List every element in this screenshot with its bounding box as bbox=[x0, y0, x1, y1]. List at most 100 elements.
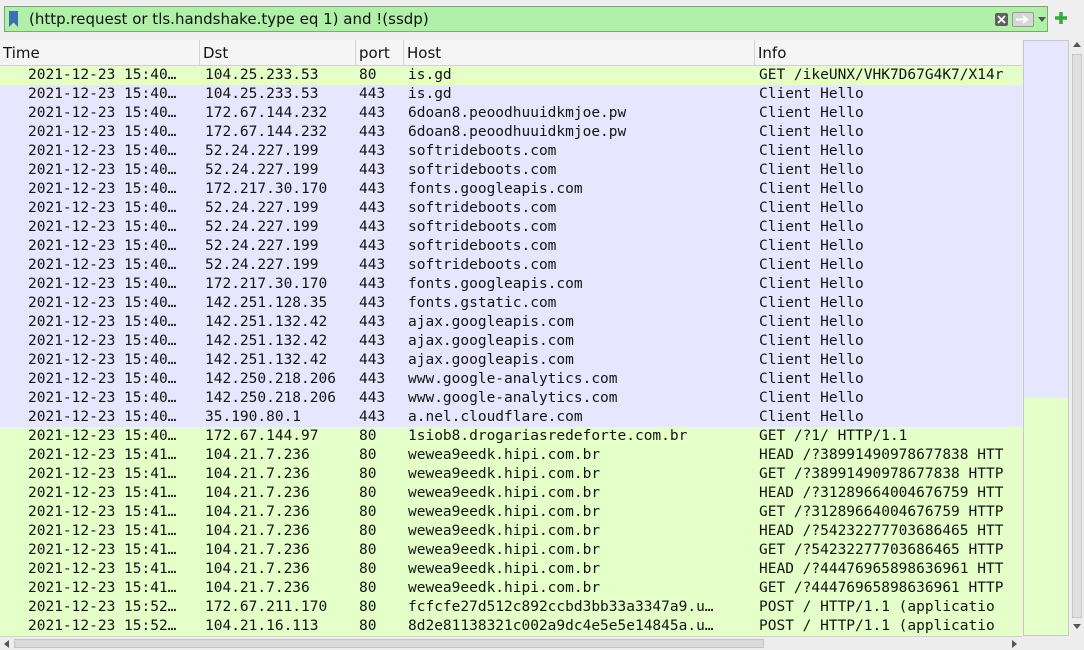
table-row[interactable]: 2021-12-23 15:40… 142.251.128.35 443 fonts.… bbox=[0, 294, 1022, 313]
cell-info: GET /?1/ HTTP/1.1 bbox=[759, 428, 908, 444]
cell-info: Client Hello bbox=[759, 352, 864, 368]
cell-host: softrideboots.com bbox=[408, 257, 557, 273]
table-row[interactable]: 2021-12-23 15:40… 52.24.227.199 443 softrid… bbox=[0, 142, 1022, 161]
cell-dst: 172.67.211.170 bbox=[205, 599, 328, 615]
cell-host: softrideboots.com bbox=[408, 143, 557, 159]
cell-host: wewea9eedk.hipi.com.br bbox=[408, 542, 601, 558]
table-row[interactable]: 2021-12-23 15:40… 172.67.144.232 443 6doan8… bbox=[0, 123, 1022, 142]
table-row[interactable]: 2021-12-23 15:40… 52.24.227.199 443 softrid… bbox=[0, 161, 1022, 180]
table-row[interactable]: 2021-12-23 15:41… 104.21.7.236 80 wewea9eed… bbox=[0, 560, 1022, 579]
table-row[interactable]: 2021-12-23 15:40… 142.250.218.206 443 www.g… bbox=[0, 370, 1022, 389]
table-row[interactable]: 2021-12-23 15:41… 104.21.7.236 80 wewea9eed… bbox=[0, 579, 1022, 598]
scroll-up-arrow-icon[interactable] bbox=[1073, 42, 1081, 47]
table-row[interactable]: 2021-12-23 15:40… 172.217.30.170 443 fonts.… bbox=[0, 180, 1022, 199]
cell-info: Client Hello bbox=[759, 162, 864, 178]
table-row[interactable]: 2021-12-23 15:40… 172.217.30.170 443 fonts.… bbox=[0, 275, 1022, 294]
cell-info: Client Hello bbox=[759, 200, 864, 216]
cell-port: 443 bbox=[359, 219, 386, 235]
cell-host: wewea9eedk.hipi.com.br bbox=[408, 523, 601, 539]
table-row[interactable]: 2021-12-23 15:40… 142.250.218.206 443 www.g… bbox=[0, 389, 1022, 408]
table-row[interactable]: 2021-12-23 15:40… 172.67.144.97 80 1siob8.d… bbox=[0, 427, 1022, 446]
column-header-dst[interactable]: Dst bbox=[200, 40, 356, 66]
column-header-time[interactable]: Time bbox=[0, 40, 200, 66]
table-row[interactable]: 2021-12-23 15:40… 52.24.227.199 443 softrid… bbox=[0, 237, 1022, 256]
cell-dst: 35.190.80.1 bbox=[205, 409, 302, 425]
cell-dst: 104.21.7.236 bbox=[205, 485, 310, 501]
column-header-info[interactable]: Info bbox=[755, 40, 1022, 66]
cell-info: Client Hello bbox=[759, 105, 864, 121]
cell-port: 443 bbox=[359, 181, 386, 197]
scroll-right-arrow-icon[interactable] bbox=[1012, 640, 1017, 648]
table-row[interactable]: 2021-12-23 15:41… 104.21.7.236 80 wewea9eed… bbox=[0, 522, 1022, 541]
cell-time: 2021-12-23 15:40… bbox=[28, 428, 177, 444]
cell-port: 443 bbox=[359, 162, 386, 178]
cell-dst: 52.24.227.199 bbox=[205, 200, 319, 216]
table-row[interactable]: 2021-12-23 15:41… 104.21.7.236 80 wewea9eed… bbox=[0, 465, 1022, 484]
packet-minimap[interactable] bbox=[1023, 40, 1069, 636]
cell-time: 2021-12-23 15:41… bbox=[28, 542, 177, 558]
table-row[interactable]: 2021-12-23 15:41… 104.21.7.236 80 wewea9eed… bbox=[0, 541, 1022, 560]
cell-info: HEAD /?54232277703686465 HTT bbox=[759, 523, 1004, 539]
horizontal-scrollbar[interactable] bbox=[0, 636, 1022, 650]
table-row[interactable]: 2021-12-23 15:40… 142.251.132.42 443 ajax.g… bbox=[0, 313, 1022, 332]
cell-port: 80 bbox=[359, 523, 377, 539]
scroll-down-arrow-icon[interactable] bbox=[1073, 624, 1081, 629]
cell-time: 2021-12-23 15:40… bbox=[28, 181, 177, 197]
cell-info: HEAD /?31289664004676759 HTT bbox=[759, 485, 1004, 501]
cell-dst: 172.217.30.170 bbox=[205, 181, 328, 197]
cell-dst: 142.251.132.42 bbox=[205, 314, 328, 330]
table-row[interactable]: 2021-12-23 15:40… 104.25.233.53 443 is.gd Cl… bbox=[0, 85, 1022, 104]
scrollbar-corner bbox=[1022, 636, 1084, 650]
cell-host: ajax.googleapis.com bbox=[408, 352, 574, 368]
table-row[interactable]: 2021-12-23 15:40… 35.190.80.1 443 a.nel.clo… bbox=[0, 408, 1022, 427]
cell-port: 80 bbox=[359, 580, 377, 596]
table-row[interactable]: 2021-12-23 15:40… 52.24.227.199 443 softrid… bbox=[0, 199, 1022, 218]
scrollbar-thumb[interactable] bbox=[1072, 54, 1082, 618]
apply-arrow-icon[interactable] bbox=[1012, 12, 1034, 27]
chevron-down-icon[interactable] bbox=[1038, 17, 1046, 22]
cell-info: Client Hello bbox=[759, 333, 864, 349]
cell-time: 2021-12-23 15:40… bbox=[28, 200, 177, 216]
table-row[interactable]: 2021-12-23 15:52… 172.67.211.170 80 fcfcfe2… bbox=[0, 598, 1022, 617]
plus-icon[interactable] bbox=[1053, 10, 1069, 26]
cell-time: 2021-12-23 15:40… bbox=[28, 238, 177, 254]
cell-port: 443 bbox=[359, 86, 386, 102]
bookmark-icon[interactable] bbox=[9, 11, 18, 27]
cell-host: softrideboots.com bbox=[408, 219, 557, 235]
cell-port: 443 bbox=[359, 257, 386, 273]
cell-time: 2021-12-23 15:52… bbox=[28, 618, 177, 634]
display-filter-input[interactable]: (http.request or tls.handshake.type eq 1… bbox=[4, 6, 1048, 32]
cell-port: 80 bbox=[359, 599, 377, 615]
cell-port: 80 bbox=[359, 561, 377, 577]
cell-info: HEAD /?44476965898636961 HTT bbox=[759, 561, 1004, 577]
column-header-port[interactable]: port bbox=[356, 40, 404, 66]
table-row[interactable]: 2021-12-23 15:40… 172.67.144.232 443 6doan8… bbox=[0, 104, 1022, 123]
table-row[interactable]: 2021-12-23 15:41… 104.21.7.236 80 wewea9eed… bbox=[0, 446, 1022, 465]
cell-dst: 104.25.233.53 bbox=[205, 67, 319, 83]
cell-info: Client Hello bbox=[759, 219, 864, 235]
cell-time: 2021-12-23 15:40… bbox=[28, 371, 177, 387]
table-row[interactable]: 2021-12-23 15:41… 104.21.7.236 80 wewea9eed… bbox=[0, 503, 1022, 522]
table-row[interactable]: 2021-12-23 15:40… 52.24.227.199 443 softrid… bbox=[0, 218, 1022, 237]
cell-host: wewea9eedk.hipi.com.br bbox=[408, 580, 601, 596]
column-header-host[interactable]: Host bbox=[404, 40, 755, 66]
table-row[interactable]: 2021-12-23 15:40… 142.251.132.42 443 ajax.g… bbox=[0, 332, 1022, 351]
cell-port: 443 bbox=[359, 409, 386, 425]
table-row[interactable]: 2021-12-23 15:40… 104.25.233.53 80 is.gd GET… bbox=[0, 66, 1022, 85]
cell-time: 2021-12-23 15:41… bbox=[28, 523, 177, 539]
cell-time: 2021-12-23 15:40… bbox=[28, 314, 177, 330]
table-row[interactable]: 2021-12-23 15:52… 104.21.16.113 80 8d2e8113… bbox=[0, 617, 1022, 636]
horizontal-scrollbar-thumb[interactable] bbox=[14, 639, 764, 648]
cell-dst: 52.24.227.199 bbox=[205, 219, 319, 235]
cell-port: 80 bbox=[359, 618, 377, 634]
cell-host: www.google-analytics.com bbox=[408, 390, 618, 406]
cell-time: 2021-12-23 15:40… bbox=[28, 409, 177, 425]
cell-info: GET /?54232277703686465 HTTP bbox=[759, 542, 1004, 558]
cell-time: 2021-12-23 15:40… bbox=[28, 162, 177, 178]
table-row[interactable]: 2021-12-23 15:40… 52.24.227.199 443 softrid… bbox=[0, 256, 1022, 275]
cell-info: Client Hello bbox=[759, 124, 864, 140]
scroll-left-arrow-icon[interactable] bbox=[4, 640, 9, 648]
table-row[interactable]: 2021-12-23 15:41… 104.21.7.236 80 wewea9eed… bbox=[0, 484, 1022, 503]
table-row[interactable]: 2021-12-23 15:40… 142.251.132.42 443 ajax.g… bbox=[0, 351, 1022, 370]
clear-icon[interactable] bbox=[995, 13, 1008, 26]
